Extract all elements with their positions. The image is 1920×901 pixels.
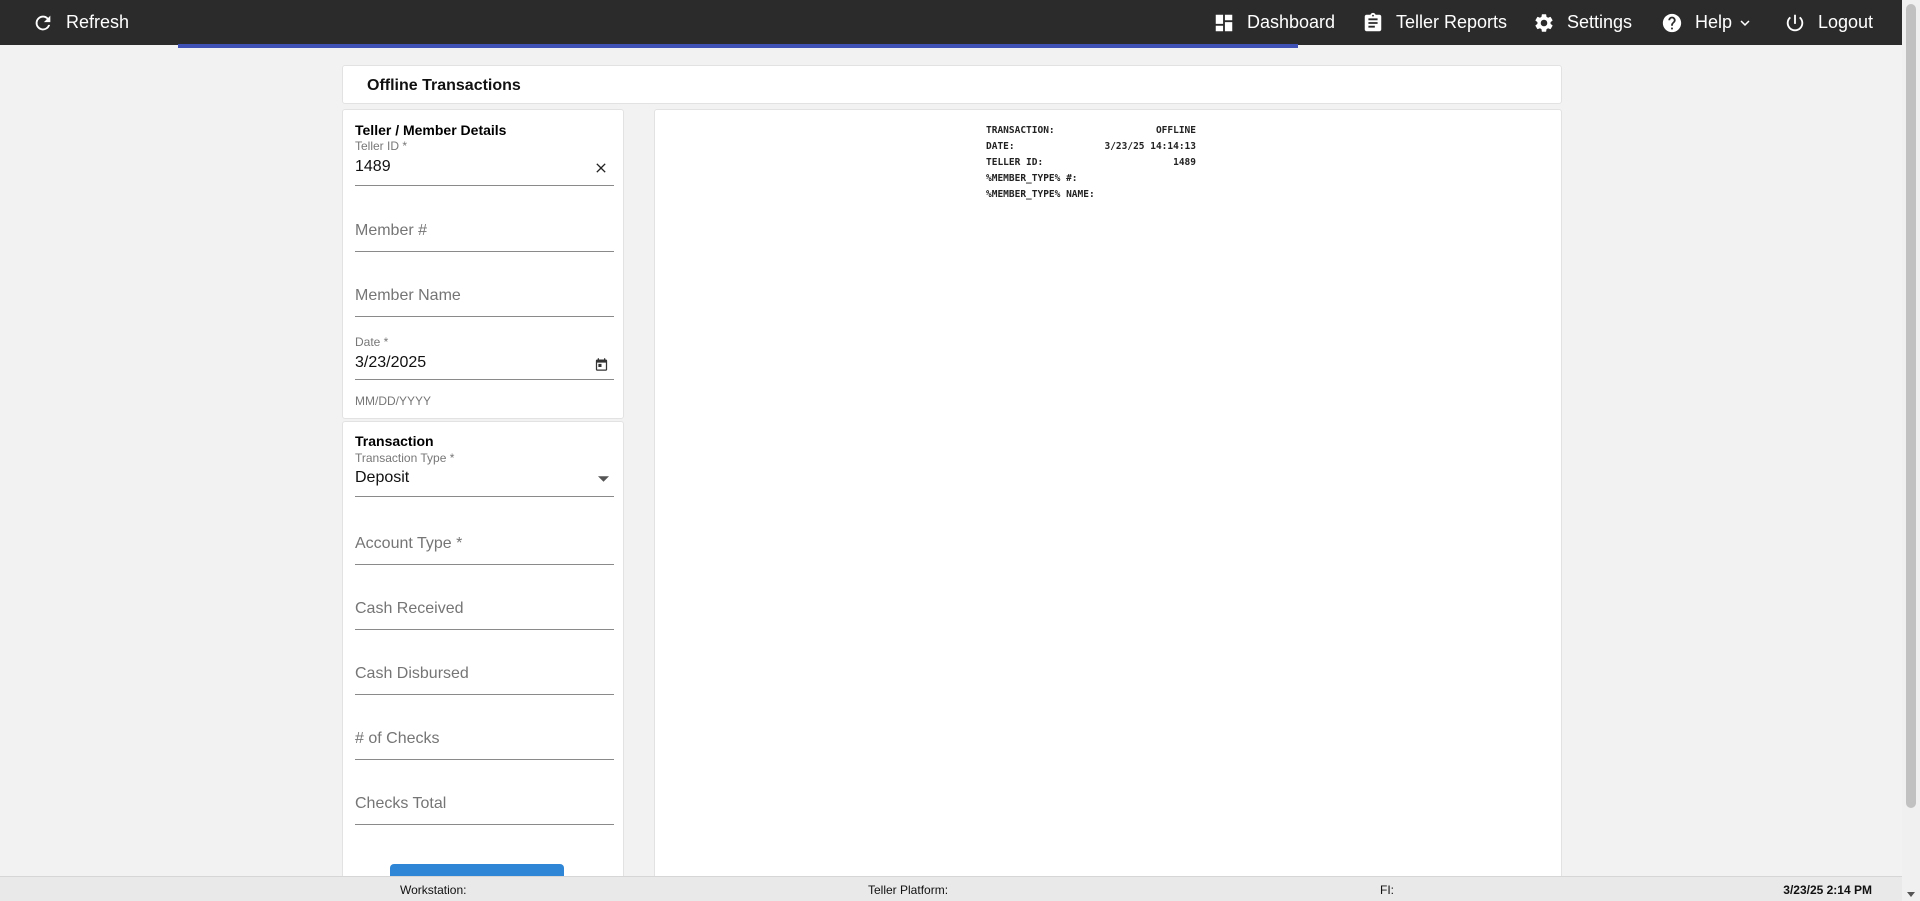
receipt-row-label: DATE: [986, 141, 1015, 152]
logout-button[interactable]: Logout [1784, 0, 1873, 45]
teller-reports-label: Teller Reports [1396, 12, 1508, 32]
num-checks-underline [355, 759, 614, 760]
cash-disbursed-field[interactable]: Cash Disbursed [355, 665, 614, 697]
scrollbar-thumb[interactable] [1906, 4, 1916, 808]
page-title-card: Offline Transactions [342, 65, 1562, 104]
teller-id-value[interactable]: 1489 [355, 158, 391, 176]
checks-total-underline [355, 824, 614, 825]
dropdown-arrow-icon[interactable] [596, 474, 610, 484]
workstation-label: Workstation: [400, 883, 467, 897]
receipt-row-label: TELLER ID: [986, 157, 1044, 168]
page-title: Offline Transactions [367, 77, 521, 94]
date-underline [355, 379, 614, 380]
teller-id-field[interactable]: Teller ID * 1489 [355, 139, 614, 187]
receipt-row: TRANSACTION: OFFLINE [986, 123, 1196, 139]
num-checks-placeholder: # of Checks [355, 730, 440, 747]
date-field[interactable]: Date * 3/23/2025 MM/DD/YYYY [355, 335, 614, 408]
teller-member-panel: Teller / Member Details Teller ID * 1489… [342, 109, 624, 419]
transaction-panel: Transaction Transaction Type * Deposit A… [342, 421, 624, 884]
cash-received-field[interactable]: Cash Received [355, 600, 614, 632]
help-menu[interactable]: Help [1661, 0, 1754, 45]
power-icon [1786, 14, 1804, 31]
status-bar: Workstation: Teller Platform: FI: 3/23/2… [0, 876, 1902, 901]
transaction-type-select[interactable]: Transaction Type * Deposit [355, 451, 614, 499]
receipt-row-label: %MEMBER_TYPE% NAME: [986, 189, 1095, 200]
cash-received-underline [355, 629, 614, 630]
member-number-underline [355, 251, 614, 252]
receipt-row-value: OFFLINE [1155, 125, 1196, 136]
dashboard-label: Dashboard [1247, 12, 1336, 32]
teller-reports-link[interactable]: Teller Reports [1362, 0, 1507, 45]
clear-icon[interactable] [592, 159, 610, 177]
member-number-field[interactable]: Member # [355, 222, 614, 254]
receipt-row: TELLER ID: 1489 [986, 155, 1196, 171]
transaction-type-label: Transaction Type * [355, 451, 455, 465]
date-label: Date * [355, 335, 389, 349]
scroll-down-arrow-icon[interactable] [1907, 892, 1915, 897]
vertical-scrollbar[interactable] [1902, 0, 1920, 901]
logout-label: Logout [1818, 12, 1874, 32]
transaction-type-underline [355, 496, 614, 497]
cash-received-placeholder: Cash Received [355, 600, 464, 617]
transaction-type-value[interactable]: Deposit [355, 469, 409, 487]
account-type-placeholder: Account Type * [355, 535, 463, 552]
teller-id-underline [355, 185, 614, 186]
receipt-row: %MEMBER_TYPE% #: [986, 171, 1196, 187]
receipt-row: DATE: 3/23/25 14:14:13 [986, 139, 1196, 155]
cash-disbursed-underline [355, 694, 614, 695]
teller-member-heading: Teller / Member Details [355, 122, 507, 138]
receipt-row-label: %MEMBER_TYPE% #: [986, 173, 1078, 184]
gear-icon [1535, 13, 1553, 32]
member-name-underline [355, 316, 614, 317]
member-name-placeholder: Member Name [355, 287, 461, 304]
teller-platform-label: Teller Platform: [868, 883, 949, 897]
cash-disbursed-placeholder: Cash Disbursed [355, 665, 469, 682]
loading-progress-bar [178, 44, 1298, 48]
member-name-field[interactable]: Member Name [355, 287, 614, 319]
clipboard-icon [1364, 12, 1382, 31]
settings-link[interactable]: Settings [1533, 0, 1632, 45]
date-value[interactable]: 3/23/2025 [355, 354, 426, 372]
help-label: Help [1695, 12, 1733, 32]
top-nav-bar: Refresh Dashboard Teller Reports Setting… [0, 0, 1902, 45]
num-checks-field[interactable]: # of Checks [355, 730, 614, 762]
status-datetime: 3/23/25 2:14 PM [1783, 883, 1872, 897]
help-icon [1662, 13, 1682, 32]
receipt-text: TRANSACTION: OFFLINE DATE: 3/23/25 14:14:13… [986, 123, 1196, 203]
teller-id-label: Teller ID * [355, 139, 408, 153]
receipt-row-value: 1489 [1173, 157, 1196, 168]
receipt-row: %MEMBER_TYPE% NAME: [986, 187, 1196, 203]
checks-total-placeholder: Checks Total [355, 795, 447, 812]
receipt-row-label: TRANSACTION: [986, 125, 1055, 136]
transaction-heading: Transaction [355, 433, 434, 449]
account-type-field[interactable]: Account Type * [355, 535, 614, 567]
refresh-icon [35, 15, 51, 30]
settings-label: Settings [1567, 12, 1633, 32]
checks-total-field[interactable]: Checks Total [355, 795, 614, 827]
dashboard-icon [1215, 14, 1233, 31]
dashboard-link[interactable]: Dashboard [1213, 0, 1335, 45]
refresh-button[interactable]: Refresh [32, 0, 129, 45]
receipt-preview: TRANSACTION: OFFLINE DATE: 3/23/25 14:14:13… [654, 109, 1562, 881]
chevron-down-icon [1740, 19, 1750, 26]
calendar-icon[interactable] [592, 355, 610, 373]
refresh-label: Refresh [66, 12, 130, 32]
receipt-row-value: 3/23/25 14:14:13 [1104, 141, 1196, 152]
account-type-underline [355, 564, 614, 565]
date-format-helper: MM/DD/YYYY [355, 394, 432, 408]
member-number-placeholder: Member # [355, 222, 428, 239]
fi-label: FI: [1380, 883, 1394, 897]
